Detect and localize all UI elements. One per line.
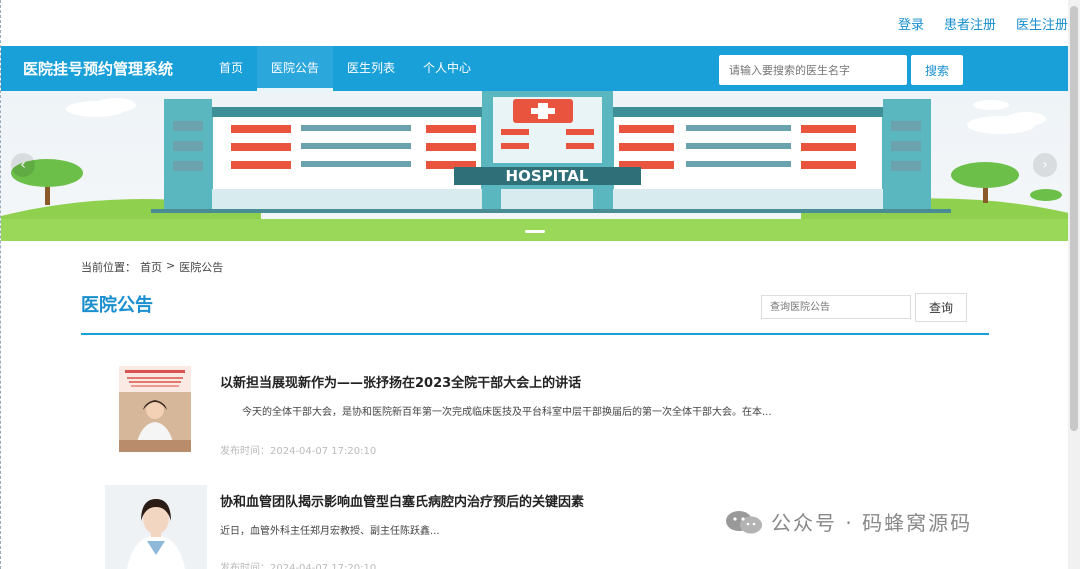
page-scrollbar[interactable] xyxy=(1068,0,1080,569)
patient-register-link[interactable]: 患者注册 xyxy=(944,14,996,33)
nav-items: 首页 医院公告 医生列表 个人中心 xyxy=(205,46,485,91)
banner-prev-arrow[interactable]: ‹ xyxy=(11,153,35,177)
hospital-sign: HOSPITAL xyxy=(506,167,589,185)
watermark-text: 公众号 · 码蜂窝源码 xyxy=(771,511,973,535)
doctor-search-button[interactable]: 搜索 xyxy=(911,55,963,85)
breadcrumb-prefix: 当前位置： xyxy=(81,261,136,274)
hero-banner: HOSPITAL ‹ › xyxy=(1,91,1069,241)
list-item[interactable]: 以新担当展现新作为——张抒扬在2023全院干部大会上的讲话 今天的全体干部大会，… xyxy=(101,366,981,462)
breadcrumb-current[interactable]: 医院公告 xyxy=(179,259,223,275)
announcement-search-button[interactable]: 查询 xyxy=(915,293,967,322)
scrollbar-thumb[interactable] xyxy=(1070,6,1078,431)
nav-item-announcements[interactable]: 医院公告 xyxy=(257,46,334,91)
hospital-illustration: HOSPITAL xyxy=(1,91,1069,241)
article-thumbnail[interactable] xyxy=(105,485,207,569)
breadcrumb: 当前位置： 首页 > 医院公告 xyxy=(81,259,223,275)
wechat-icon xyxy=(726,510,762,533)
section-divider xyxy=(81,333,989,335)
login-link[interactable]: 登录 xyxy=(898,14,924,33)
watermark: 公众号 · 码蜂窝源码 xyxy=(725,507,972,536)
article-title[interactable]: 以新担当展现新作为——张抒扬在2023全院干部大会上的讲话 xyxy=(220,372,581,391)
breadcrumb-home[interactable]: 首页 xyxy=(140,259,162,275)
site-brand[interactable]: 医院挂号预约管理系统 xyxy=(23,58,183,79)
top-links: 登录 患者注册 医生注册 xyxy=(898,14,1068,33)
article-summary: 今天的全体干部大会，是协和医院新百年第一次完成临床医技及平台科室中层干部换届后的… xyxy=(242,407,772,418)
doctor-search-input[interactable] xyxy=(719,55,907,85)
article-thumbnail[interactable] xyxy=(119,366,191,452)
page: 登录 患者注册 医生注册 医院挂号预约管理系统 首页 医院公告 医生列表 个人中… xyxy=(0,0,1080,569)
page-title: 医院公告 xyxy=(81,295,153,316)
article-date: 发布时间：2024-04-07 17:20:10 xyxy=(220,563,377,569)
nav-item-doctor-list[interactable]: 医生列表 xyxy=(333,46,409,91)
main-nav: 医院挂号预约管理系统 首页 医院公告 医生列表 个人中心 搜索 xyxy=(1,46,1069,91)
article-date: 发布时间：2024-04-07 17:20:10 xyxy=(220,446,377,457)
nav-item-home[interactable]: 首页 xyxy=(205,46,257,91)
announcement-search-input[interactable] xyxy=(761,295,911,319)
nav-item-personal-center[interactable]: 个人中心 xyxy=(409,46,485,91)
doctor-register-link[interactable]: 医生注册 xyxy=(1016,14,1068,33)
article-title[interactable]: 协和血管团队揭示影响血管型白塞氏病腔内治疗预后的关键因素 xyxy=(220,491,584,510)
breadcrumb-separator: > xyxy=(166,259,176,272)
article-summary: 近日，血管外科主任郑月宏教授、副主任陈跃鑫... xyxy=(220,526,440,537)
banner-next-arrow[interactable]: › xyxy=(1033,153,1057,177)
banner-indicator-dot[interactable] xyxy=(525,230,545,233)
